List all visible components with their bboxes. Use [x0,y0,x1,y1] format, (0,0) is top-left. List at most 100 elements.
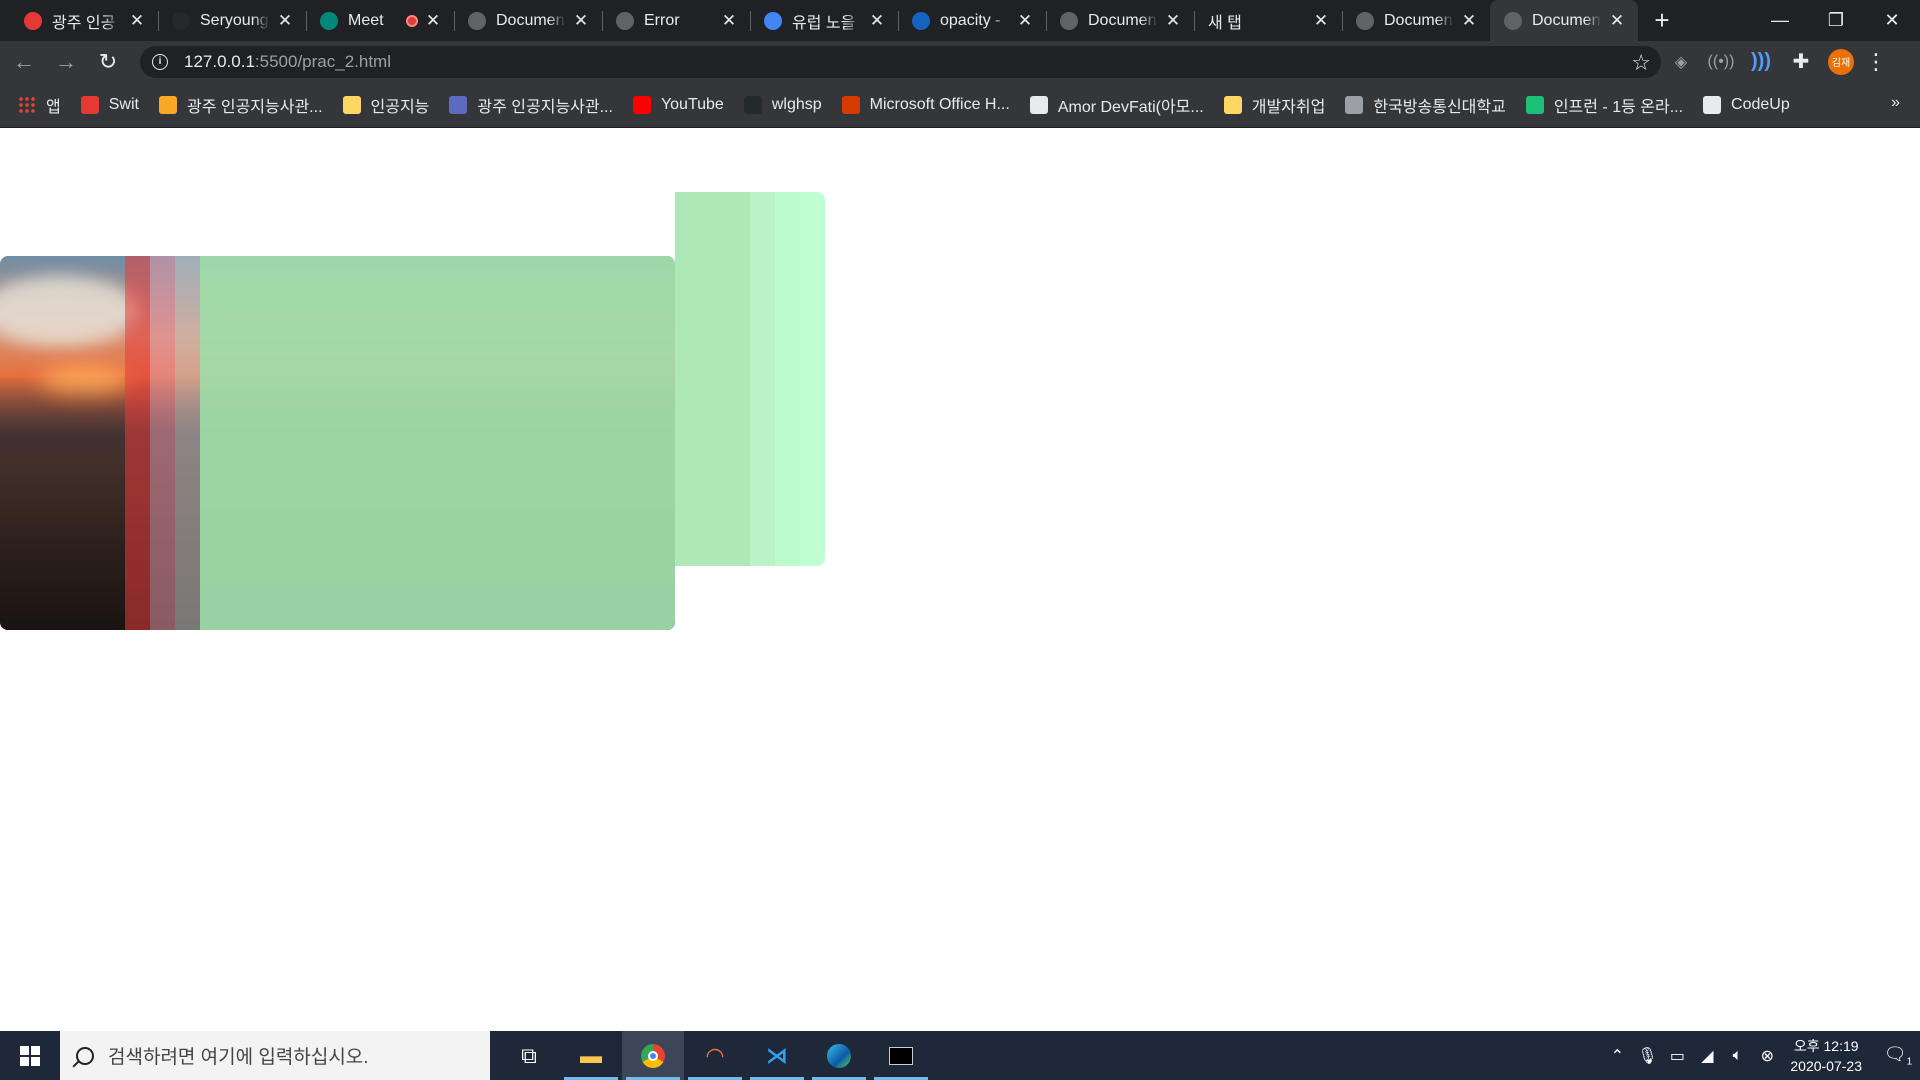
bookmark-item[interactable]: 개발자취업 [1223,93,1325,117]
overlay-green-4 [775,192,800,566]
volume-icon[interactable]: 🔈︎ [1722,1047,1752,1065]
tab-title: 새 탭 [1208,14,1242,32]
tab[interactable]: 유럽 노을 ✕ [750,0,898,41]
notification-count: 1 [1906,1056,1913,1068]
bookmark-item[interactable]: CodeUp [1703,95,1790,114]
tab-close-icon[interactable]: ✕ [868,11,886,30]
battery-icon[interactable]: ▭ [1662,1046,1692,1066]
tab-close-icon[interactable]: ✕ [276,11,294,30]
bookmark-item[interactable]: YouTube [632,95,724,114]
jupyter-icon[interactable]: ◠ [684,1031,746,1080]
folder-icon [342,95,361,114]
network-icon[interactable]: ◢ [1692,1046,1722,1066]
tab-strip: 광주 인공 ✕ Seryoung ✕ Meet ✕ Document ✕ Error ✕ 유럽 노을… [0,0,1920,41]
edge-icon[interactable] [808,1031,870,1080]
extension-wave-icon[interactable]: ))) [1741,44,1781,80]
github-icon [172,11,190,30]
youtube-icon [632,95,651,114]
slash-icon [449,95,468,114]
bookmark-item[interactable]: wlghsp [743,95,822,114]
tab-close-icon[interactable]: ✕ [1608,11,1626,30]
window-controls: — ❐ ✕ [1752,0,1920,41]
overlay-green-3 [750,192,775,566]
restore-button[interactable]: ❐ [1808,0,1864,41]
bookmarks-more-button[interactable]: » [1891,94,1900,112]
terminal-icon[interactable] [870,1031,932,1080]
taskbar-search[interactable]: 검색하려면 여기에 입력하십시오. [60,1031,490,1080]
tab[interactable]: 새 탭 ✕ [1194,0,1342,41]
overlay-green-large [200,256,675,630]
bookmark-item[interactable]: 인공지능 [342,93,430,117]
extension-cast-icon[interactable]: ((•)) [1701,44,1741,80]
tab-title: 광주 인공 [52,14,116,32]
swit-icon [80,95,99,114]
bookmark-label: 광주 인공지능사관... [477,98,613,116]
tab-close-icon[interactable]: ✕ [572,11,590,30]
bookmark-item[interactable]: 앱 [18,93,61,117]
bookmark-item[interactable]: 인프런 - 1등 온라... [1525,93,1683,117]
tab[interactable]: Error ✕ [602,0,750,41]
back-button[interactable]: ← [6,44,42,80]
codeup-icon [1703,95,1722,114]
profile-avatar[interactable]: 김재 [1828,48,1854,75]
microphone-icon[interactable]: 🎙︎ [1632,1046,1662,1066]
url-host: 127.0.0.1 [184,51,255,71]
tab[interactable]: Seryoung ✕ [158,0,306,41]
slash-icon [158,95,177,114]
task-view-icon[interactable]: ⧉ [498,1031,560,1080]
apps-grid-icon [18,95,36,114]
start-button[interactable] [0,1031,60,1080]
menu-kebab-icon[interactable]: ⋮ [1861,50,1891,72]
bookmark-item[interactable]: Microsoft Office H... [841,95,1010,114]
new-tab-button[interactable]: + [1642,0,1682,41]
bookmark-item[interactable]: Swit [80,95,139,114]
tab[interactable]: Document ✕ [1342,0,1490,41]
tab-close-icon[interactable]: ✕ [1312,11,1330,30]
tab[interactable]: opacity - ✕ [898,0,1046,41]
reload-button[interactable]: ↻ [90,44,126,80]
tab[interactable]: Document ✕ [454,0,602,41]
chrome-icon[interactable] [622,1031,684,1080]
bookmark-label: 광주 인공지능사관... [186,98,323,116]
tab-close-icon[interactable]: ✕ [1016,11,1034,30]
bookmark-item[interactable]: 광주 인공지능사관... [158,93,323,117]
tab-title: Seryoung [200,11,269,29]
tab-close-icon[interactable]: ✕ [720,11,738,30]
bookmark-item[interactable]: 광주 인공지능사관... [449,93,613,117]
bookmark-label: 인공지능 [370,98,430,116]
taskbar-clock[interactable]: 오후 12:19 2020-07-23 [1790,1036,1862,1076]
system-tray: ⌃ 🎙︎ ▭ ◢ 🔈︎ ⊗ 오후 12:19 2020-07-23 🗨︎1 [1602,1031,1920,1080]
extension-bulb-icon[interactable]: ◈ [1661,44,1701,80]
tab[interactable]: 광주 인공 ✕ [10,0,158,41]
globe-icon [468,11,486,30]
address-bar[interactable]: i 127.0.0.1:5500/prac_2.html ☆ [140,45,1661,78]
close-window-button[interactable]: ✕ [1864,0,1920,41]
bookmark-item[interactable]: 한국방송통신대학교 [1345,93,1506,117]
tab-close-icon[interactable]: ✕ [128,11,146,30]
site-info-icon[interactable]: i [152,53,168,70]
tab-close-icon[interactable]: ✕ [1164,11,1182,30]
file-explorer-icon[interactable]: ▬ [560,1031,622,1080]
action-center-icon[interactable]: 🗨︎1 [1876,1044,1920,1068]
tab[interactable]: Document ✕ [1046,0,1194,41]
overlay-pink [150,256,175,630]
bookmark-item[interactable]: Amor DevFati(아모... [1029,93,1204,117]
tray-chevron-up-icon[interactable]: ⌃ [1602,1046,1632,1066]
extensions-puzzle-icon[interactable]: ✚ [1781,44,1821,80]
inflearn-icon [1525,95,1544,114]
bookmark-label: wlghsp [771,95,822,113]
bookmark-star-icon[interactable]: ☆ [1631,50,1651,76]
florence-sunset-image [0,256,675,630]
clock-time: 오후 12:19 [1793,1037,1859,1054]
bookmark-label: YouTube [660,95,724,113]
bookmark-label: 앱 [46,98,61,116]
tab[interactable]: Meet ✕ [306,0,454,41]
tab-close-icon[interactable]: ✕ [424,11,442,30]
tab-close-icon[interactable]: ✕ [1460,11,1478,30]
forward-button[interactable]: → [48,44,84,80]
tab[interactable]: Document ✕ [1490,0,1638,41]
google-icon [764,11,782,30]
status-x-icon[interactable]: ⊗ [1752,1046,1782,1066]
vscode-icon[interactable]: ⋊ [746,1031,808,1080]
minimize-button[interactable]: — [1752,0,1808,41]
